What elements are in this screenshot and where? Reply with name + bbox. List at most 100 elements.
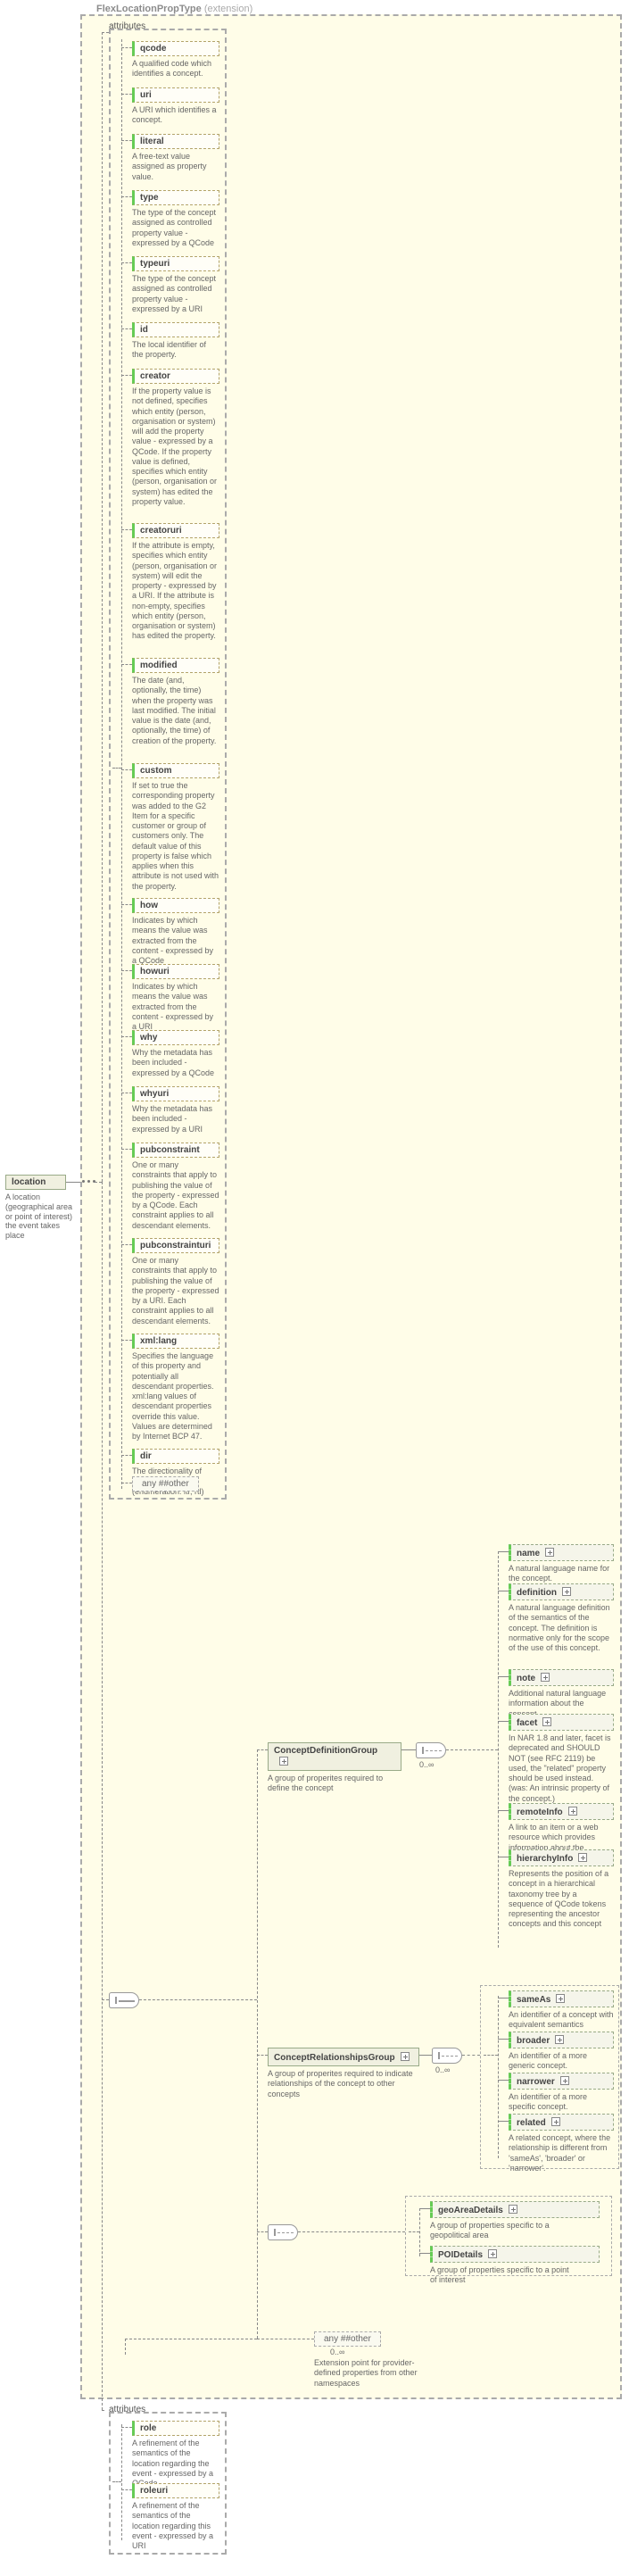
attribute-name: role <box>132 2421 219 2436</box>
occurrence: 0..∞ <box>435 2065 450 2074</box>
plus-icon[interactable] <box>555 2035 564 2044</box>
attribute-name: dir <box>132 1449 219 1464</box>
attribute-name: howuri <box>132 964 219 979</box>
attribute-desc: A qualified code which identifies a conc… <box>132 59 219 79</box>
element-label: POIDetails <box>438 2250 483 2260</box>
attribute-desc: One or many constraints that apply to pu… <box>132 1256 219 1326</box>
element-sameas[interactable]: sameAs An identifier of a concept with eq… <box>509 1990 614 2031</box>
element-desc: An identifier of a more specific concept… <box>509 2092 614 2113</box>
element-desc: A natural language name for the concept. <box>509 1564 614 1584</box>
any-other-attr: any ##other <box>132 1476 199 1492</box>
element-label: name <box>517 1549 540 1558</box>
root-element[interactable]: location A location (geographical area o… <box>5 1175 73 1241</box>
root-element-label: location <box>5 1175 66 1190</box>
plus-icon[interactable] <box>279 1757 288 1766</box>
attribute-desc: Indicates by which means the value was e… <box>132 916 219 966</box>
attribute-name: xml:lang <box>132 1334 219 1349</box>
element-desc: An identifier of a more generic concept. <box>509 2051 614 2072</box>
element-definition[interactable]: definition A natural language definition … <box>509 1583 614 1653</box>
element-desc: A related concept, where the relationshi… <box>509 2133 614 2173</box>
attribute-desc: The date (and, optionally, the time) whe… <box>132 676 219 746</box>
plus-icon[interactable] <box>541 1673 550 1682</box>
choice-compositor <box>268 2224 298 2240</box>
attr-modified: modified The date (and, optionally, the t… <box>132 658 219 746</box>
attr-whyuri: whyuri Why the metadata has been included… <box>132 1086 219 1134</box>
attribute-desc: Why the metadata has been included - exp… <box>132 1048 219 1078</box>
attribute-name: why <box>132 1030 219 1045</box>
attr-type: typeThe type of the concept assigned as … <box>132 190 219 248</box>
group-desc: A group of properites required to indica… <box>268 2069 419 2099</box>
attr-pubconstraint: pubconstraintOne or many constraints tha… <box>132 1143 219 1231</box>
attribute-name: qcode <box>132 41 219 56</box>
type-name: FlexLocationPropType <box>96 4 202 14</box>
any-other-desc: Extension point for provider-defined pro… <box>314 2358 430 2389</box>
element-broader[interactable]: broader An identifier of a more generic c… <box>509 2032 614 2072</box>
element-poidetails[interactable]: POIDetails A group of properties specific… <box>430 2246 600 2286</box>
attribute-desc: The type of the concept assigned as cont… <box>132 274 219 314</box>
attribute-desc: A refinement of the semantics of the loc… <box>132 2439 219 2489</box>
attribute-name: creator <box>132 369 219 384</box>
element-desc: A group of properties specific to a geop… <box>430 2221 573 2241</box>
group-desc: A group of properites required to define… <box>268 1774 401 1794</box>
attr-roleuri: roleuriA refinement of the semantics of … <box>132 2483 219 2551</box>
schema-type-header: FlexLocationPropType (extension) <box>96 4 252 14</box>
element-name[interactable]: name A natural language name for the conc… <box>509 1544 614 1584</box>
element-note[interactable]: noteAdditional natural language informat… <box>509 1669 614 1719</box>
attribute-name: modified <box>132 658 219 673</box>
element-hierarchyinfo[interactable]: hierarchyInfoRepresents the position of … <box>509 1849 614 1930</box>
attribute-name: id <box>132 322 219 337</box>
occurrence: 0..∞ <box>419 1760 434 1769</box>
element-label: facet <box>517 1718 537 1728</box>
element-desc: A group of properties specific to a poin… <box>430 2265 573 2286</box>
element-narrower[interactable]: narrower An identifier of a more specific… <box>509 2073 614 2113</box>
plus-icon[interactable] <box>542 1717 551 1726</box>
plus-icon[interactable] <box>551 2117 560 2126</box>
root-element-desc: A location (geographical area or point o… <box>5 1192 73 1241</box>
attribute-desc: If set to true the corresponding propert… <box>132 781 219 892</box>
attribute-desc: Specifies the language of this property … <box>132 1351 219 1442</box>
attr-typeuri: typeuri The type of the concept assigned … <box>132 256 219 314</box>
element-desc: A natural language definition of the sem… <box>509 1603 614 1653</box>
group-concept-definition[interactable]: ConceptDefinitionGroup A group of proper… <box>268 1742 401 1794</box>
attr-uri: uriA URI which identifies a concept. <box>132 87 219 126</box>
sequence-compositor <box>109 1992 139 2008</box>
occurrence: 0..∞ <box>330 2347 344 2356</box>
attribute-name: whyuri <box>132 1086 219 1101</box>
plus-icon[interactable] <box>560 2076 569 2085</box>
element-desc: An identifier of a concept with equivale… <box>509 2010 614 2031</box>
plus-icon[interactable] <box>401 2052 410 2061</box>
attr-howuri: howuriIndicates by which means the value… <box>132 964 219 1032</box>
attribute-desc: A free-text value assigned as property v… <box>132 152 219 182</box>
element-desc: In NAR 1.8 and later, facet is deprecate… <box>509 1733 614 1804</box>
attribute-name: typeuri <box>132 256 219 271</box>
element-related[interactable]: relatedA related concept, where the rela… <box>509 2114 614 2173</box>
attribute-name: literal <box>132 134 219 149</box>
element-label: narrower <box>517 2077 555 2087</box>
element-label: sameAs <box>517 1995 550 2005</box>
choice-compositor <box>432 2048 462 2064</box>
element-label: definition <box>517 1588 557 1598</box>
plus-icon[interactable] <box>509 2205 517 2214</box>
plus-icon[interactable] <box>562 1587 571 1596</box>
element-facet[interactable]: facet In NAR 1.8 and later, facet is depr… <box>509 1714 614 1804</box>
attr-id: idThe local identifier of the property. <box>132 322 219 361</box>
plus-icon[interactable] <box>488 2249 497 2258</box>
plus-icon[interactable] <box>545 1548 554 1557</box>
plus-icon[interactable] <box>568 1807 577 1816</box>
group-label: ConceptRelationshipsGroup <box>274 2053 395 2063</box>
element-desc: Represents the position of a concept in … <box>509 1869 614 1930</box>
attr-creator: creatorIf the property value is not defi… <box>132 369 219 507</box>
attr-literal: literal A free-text value assigned as pro… <box>132 134 219 182</box>
plus-icon[interactable] <box>556 1994 565 2003</box>
plus-icon[interactable] <box>578 1853 587 1862</box>
group-label: ConceptDefinitionGroup <box>274 1746 377 1756</box>
element-label: broader <box>517 2036 550 2046</box>
attribute-desc: Why the metadata has been included - exp… <box>132 1104 219 1134</box>
attribute-name: uri <box>132 87 219 103</box>
element-label: remoteInfo <box>517 1807 563 1817</box>
attr-why: why Why the metadata has been included - … <box>132 1030 219 1078</box>
element-label: note <box>517 1674 535 1683</box>
group-concept-relationships[interactable]: ConceptRelationshipsGroup A group of pro… <box>268 2048 419 2099</box>
attribute-desc: If the attribute is empty, specifies whi… <box>132 541 219 642</box>
element-geoareadetails[interactable]: geoAreaDetailsA group of properties spec… <box>430 2201 600 2241</box>
